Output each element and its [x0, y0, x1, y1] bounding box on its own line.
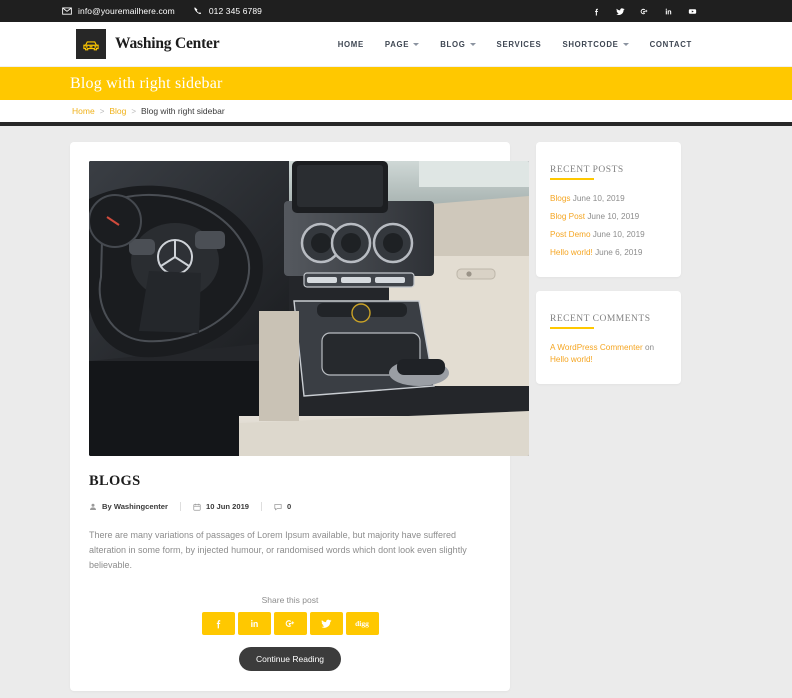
widget-recent-posts: RECENT POSTS Blogs June 10, 2019 Blog Po…: [536, 142, 681, 277]
envelope-icon: [62, 6, 72, 16]
nav-item-blog[interactable]: BLOG: [440, 39, 476, 49]
top-bar-contact: info@youremailhere.com 012 345 6789: [62, 6, 262, 16]
widget-recent-comments: RECENT COMMENTS A WordPress Commenter on…: [536, 290, 681, 385]
nav-label: PAGE: [384, 39, 410, 49]
list-item: Blogs June 10, 2019: [550, 193, 667, 205]
post-title[interactable]: BLOGS: [89, 473, 491, 490]
recent-post-link[interactable]: Blog Post: [550, 212, 585, 221]
breadcrumb: Home > Blog > Blog with right sidebar: [72, 106, 225, 116]
recent-post-link[interactable]: Hello world!: [550, 248, 593, 257]
post-featured-image[interactable]: [89, 161, 529, 456]
contact-phone-text: 012 345 6789: [208, 6, 263, 16]
recent-post-date: June 10, 2019: [592, 229, 645, 239]
user-icon: [89, 503, 97, 511]
nav-label: SERVICES: [496, 39, 542, 49]
widget-title: RECENT COMMENTS: [550, 314, 651, 329]
nav-item-page[interactable]: PAGE: [384, 39, 420, 49]
post-author: By Washingcenter: [89, 502, 180, 511]
facebook-icon: [213, 618, 224, 629]
share-google-plus-button[interactable]: [273, 611, 307, 635]
comment-on-text: on: [644, 342, 655, 352]
post-date-text: 10 Jun 2019: [205, 502, 250, 511]
contact-phone[interactable]: 012 345 6789: [193, 6, 262, 16]
nav-item-services[interactable]: SERVICES: [497, 40, 542, 49]
recent-post-date: June 10, 2019: [572, 194, 625, 203]
nav-item-home[interactable]: HOME: [338, 40, 364, 49]
nav-label: HOME: [337, 39, 364, 49]
chevron-down-icon: [469, 43, 476, 46]
share-buttons: digg: [89, 611, 491, 635]
contact-email[interactable]: info@youremailhere.com: [62, 6, 175, 16]
list-item: Post Demo June 10, 2019: [550, 229, 667, 241]
recent-post-date: June 6, 2019: [595, 247, 643, 257]
post-excerpt: There are many variations of passages of…: [89, 530, 467, 570]
twitter-icon[interactable]: [615, 6, 626, 17]
breadcrumb-bar: Home > Blog > Blog with right sidebar: [0, 100, 792, 126]
facebook-icon[interactable]: [591, 6, 602, 17]
nav-label: BLOG: [440, 39, 466, 49]
phone-icon: [193, 6, 203, 16]
post-comments: 0: [261, 502, 303, 511]
recent-post-link[interactable]: Post Demo: [550, 230, 591, 239]
post-meta: By Washingcenter 10 Jun 2019 0: [89, 502, 491, 511]
digg-label: digg: [355, 618, 369, 628]
nav-label: SHORTCODE: [562, 39, 619, 49]
breadcrumb-current: Blog with right sidebar: [141, 106, 225, 116]
post-date: 10 Jun 2019: [179, 502, 261, 511]
brand-logo[interactable]: Washing Center: [76, 29, 220, 59]
list-item: A WordPress Commenter on Hello world!: [550, 342, 667, 367]
chevron-down-icon: [622, 43, 629, 46]
share-facebook-button[interactable]: [201, 611, 235, 635]
site-header: Washing Center HOME PAGE BLOG SERVICES S…: [0, 22, 792, 67]
comment-post-link[interactable]: Hello world!: [550, 355, 593, 364]
page-body: BLOGS By Washingcenter 10 Jun 2019 0 The…: [0, 126, 792, 698]
nav-label: CONTACT: [649, 39, 692, 49]
breadcrumb-home[interactable]: Home: [72, 106, 95, 116]
breadcrumb-separator: >: [131, 106, 137, 116]
brand-name: Washing Center: [115, 35, 220, 52]
comment-icon: [274, 503, 282, 511]
contact-email-text: info@youremailhere.com: [78, 6, 175, 16]
google-plus-icon[interactable]: [639, 6, 650, 17]
breadcrumb-separator: >: [99, 106, 105, 116]
recent-post-link[interactable]: Blogs: [550, 194, 570, 203]
continue-reading-wrap: Continue Reading: [89, 646, 491, 671]
post-comment-count: 0: [287, 502, 292, 511]
chevron-down-icon: [413, 43, 420, 46]
share-digg-button[interactable]: digg: [345, 611, 379, 635]
post-card: BLOGS By Washingcenter 10 Jun 2019 0 The…: [70, 142, 529, 691]
share-linkedin-button[interactable]: [237, 611, 271, 635]
list-item: Blog Post June 10, 2019: [550, 211, 667, 223]
top-bar: info@youremailhere.com 012 345 6789: [0, 0, 792, 22]
youtube-icon[interactable]: [687, 6, 698, 17]
recent-post-date: June 10, 2019: [587, 211, 640, 221]
twitter-icon: [320, 618, 332, 629]
post-author-text: By Washingcenter: [102, 502, 168, 511]
calendar-icon: [193, 503, 201, 511]
recent-comments-list: A WordPress Commenter on Hello world!: [550, 342, 667, 367]
linkedin-icon[interactable]: [663, 6, 674, 17]
sidebar: RECENT POSTS Blogs June 10, 2019 Blog Po…: [536, 142, 681, 698]
social-links: [591, 6, 776, 17]
nav-item-contact[interactable]: CONTACT: [650, 40, 692, 49]
main-navigation: HOME PAGE BLOG SERVICES SHORTCODE CONTAC…: [338, 40, 792, 49]
share-twitter-button[interactable]: [309, 611, 343, 635]
continue-reading-button[interactable]: Continue Reading: [238, 646, 342, 671]
breadcrumb-blog[interactable]: Blog: [109, 106, 126, 116]
linkedin-icon: [249, 618, 260, 629]
comment-author-link[interactable]: A WordPress Commenter: [550, 343, 643, 352]
page-title: Blog with right sidebar: [70, 74, 223, 92]
page-title-banner: Blog with right sidebar: [0, 67, 792, 100]
share-label: Share this post: [261, 594, 319, 605]
car-icon: [76, 29, 106, 59]
nav-item-shortcode[interactable]: SHORTCODE: [562, 39, 629, 49]
post-list: BLOGS By Washingcenter 10 Jun 2019 0 The…: [70, 142, 529, 698]
list-item: Hello world! June 6, 2019: [550, 247, 667, 259]
recent-posts-list: Blogs June 10, 2019 Blog Post June 10, 2…: [550, 193, 667, 259]
google-plus-icon: [285, 618, 296, 629]
widget-title: RECENT POSTS: [550, 165, 624, 180]
